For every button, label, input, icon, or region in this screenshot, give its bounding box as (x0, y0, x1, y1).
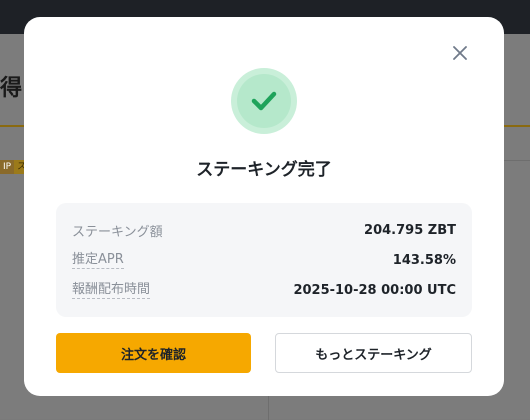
modal-title: ステーキング完了 (196, 160, 332, 180)
close-icon (453, 46, 467, 60)
reward-distribution-time-value: 2025-10-28 00:00 UTC (293, 282, 456, 298)
estimated-apr-label[interactable]: 推定APR (72, 252, 124, 269)
staking-amount-label: ステーキング額 (72, 224, 163, 240)
success-badge (231, 68, 297, 134)
staking-complete-modal: ステーキング完了 ステーキング額 204.795 ZBT 推定APR 143.5… (24, 17, 504, 396)
confirm-order-button[interactable]: 注文を確認 (56, 333, 251, 373)
close-button[interactable] (450, 43, 470, 63)
reward-distribution-time-label[interactable]: 報酬配布時間 (72, 282, 151, 299)
background-badge-vip: IP (0, 160, 15, 174)
staking-summary: ステーキング額 204.795 ZBT 推定APR 143.58% 報酬配布時間… (56, 203, 472, 317)
check-icon (251, 91, 277, 111)
estimated-apr-value: 143.58% (392, 252, 456, 268)
staking-amount-value: 204.795 ZBT (364, 222, 456, 238)
background-page-title: 得 (0, 76, 23, 101)
summary-row-reward-time: 報酬配布時間 2025-10-28 00:00 UTC (72, 280, 456, 300)
summary-row-apr: 推定APR 143.58% (72, 250, 456, 270)
summary-row-amount: ステーキング額 204.795 ZBT (72, 220, 456, 240)
stake-more-button[interactable]: もっとステーキング (275, 333, 472, 373)
